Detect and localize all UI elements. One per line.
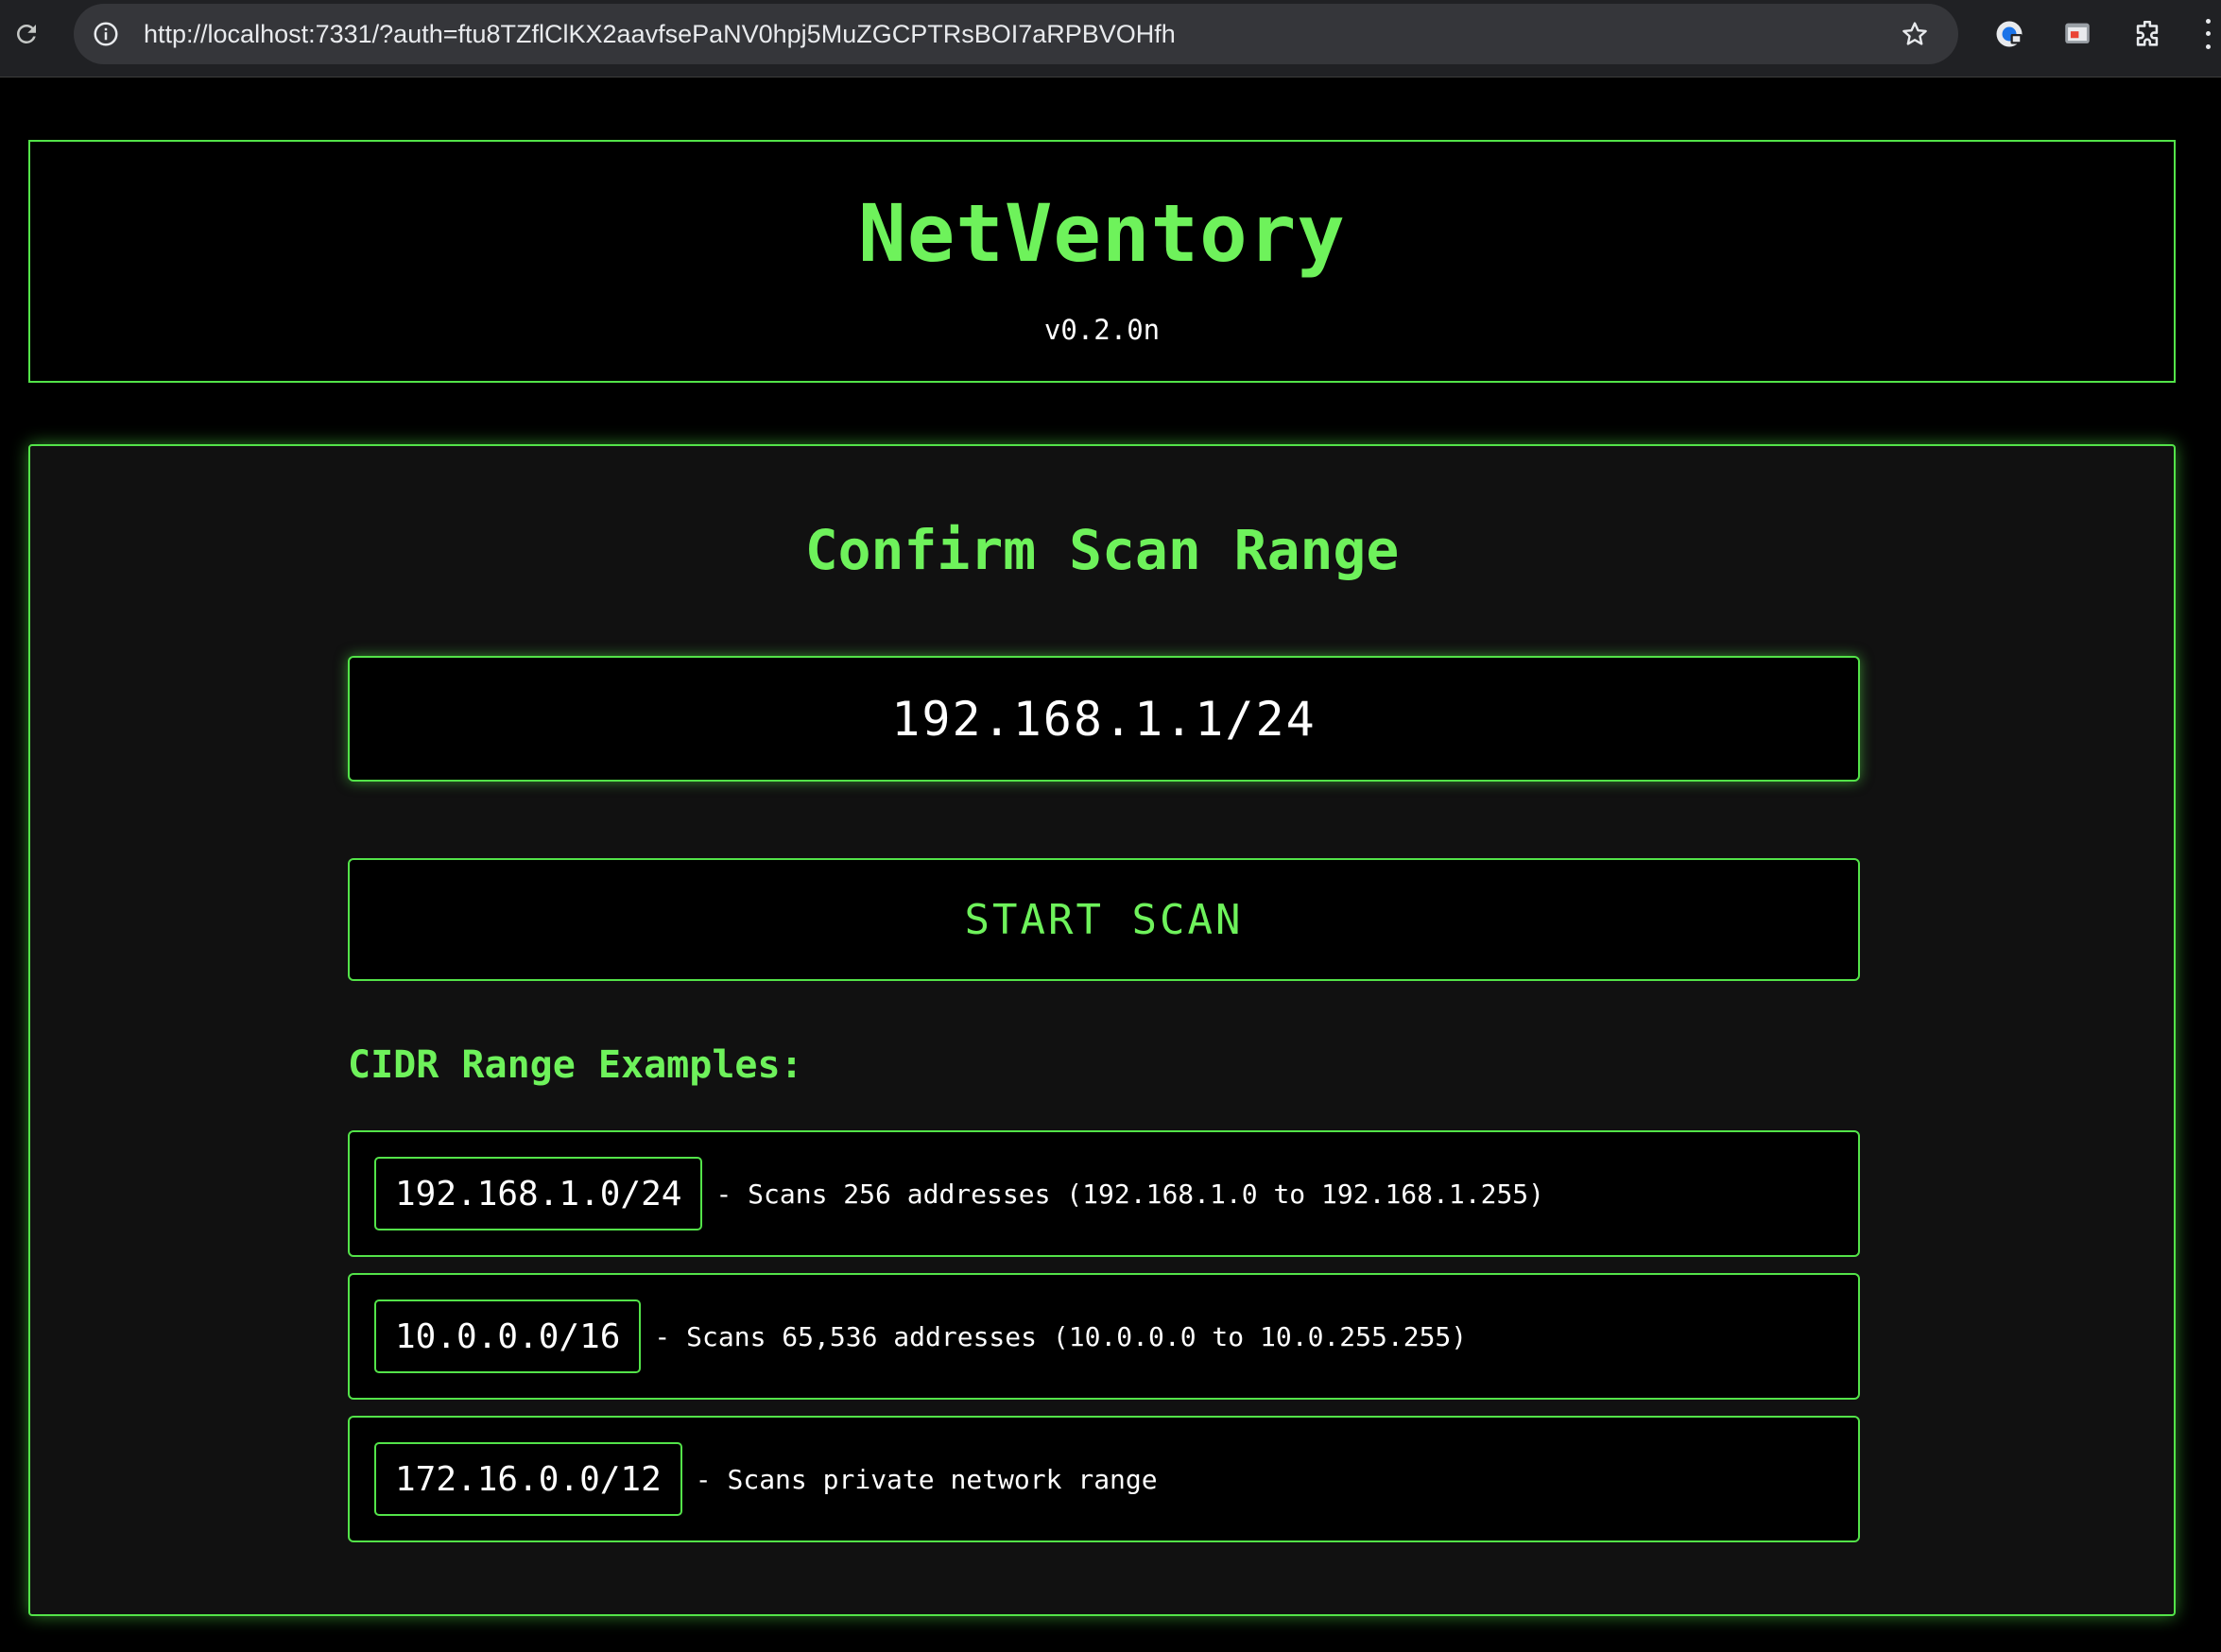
example-cidr-chip[interactable]: 10.0.0.0/16 [374, 1299, 642, 1373]
panel-title: Confirm Scan Range [804, 518, 1400, 582]
example-description: - Scans private network range [695, 1463, 1158, 1495]
scan-range-input[interactable] [348, 656, 1860, 782]
bookmark-star-icon[interactable] [1898, 17, 1932, 51]
example-description: - Scans 256 addresses (192.168.1.0 to 19… [715, 1178, 1545, 1210]
profile-extension-icon[interactable] [1990, 15, 2028, 53]
example-row: 192.168.1.0/24 - Scans 256 addresses (19… [348, 1130, 1860, 1257]
browser-menu-icon[interactable] [2198, 15, 2217, 53]
example-description: - Scans 65,536 addresses (10.0.0.0 to 10… [654, 1320, 1468, 1352]
start-scan-button[interactable]: START SCAN [348, 858, 1860, 981]
app-title: NetVentory [858, 187, 1346, 280]
browser-toolbar: http://localhost:7331/?auth=ftu8TZflClKX… [0, 0, 2221, 77]
reload-icon[interactable] [8, 15, 45, 53]
scan-panel: Confirm Scan Range START SCAN CIDR Range… [28, 444, 2176, 1616]
site-info-icon[interactable] [89, 17, 123, 51]
example-row: 10.0.0.0/16 - Scans 65,536 addresses (10… [348, 1273, 1860, 1400]
app-header: NetVentory v0.2.0n [28, 140, 2176, 383]
example-cidr-chip[interactable]: 172.16.0.0/12 [374, 1442, 682, 1516]
example-cidr-chip[interactable]: 192.168.1.0/24 [374, 1157, 703, 1230]
address-bar[interactable]: http://localhost:7331/?auth=ftu8TZflClKX… [74, 4, 1958, 64]
url-text[interactable]: http://localhost:7331/?auth=ftu8TZflClKX… [144, 4, 1176, 64]
app-version: v0.2.0n [1043, 314, 1161, 346]
examples-heading: CIDR Range Examples: [348, 1043, 803, 1087]
example-row: 172.16.0.0/12 - Scans private network ra… [348, 1416, 1860, 1542]
extensions-puzzle-icon[interactable] [2128, 15, 2166, 53]
cast-extension-icon[interactable] [2058, 15, 2096, 53]
